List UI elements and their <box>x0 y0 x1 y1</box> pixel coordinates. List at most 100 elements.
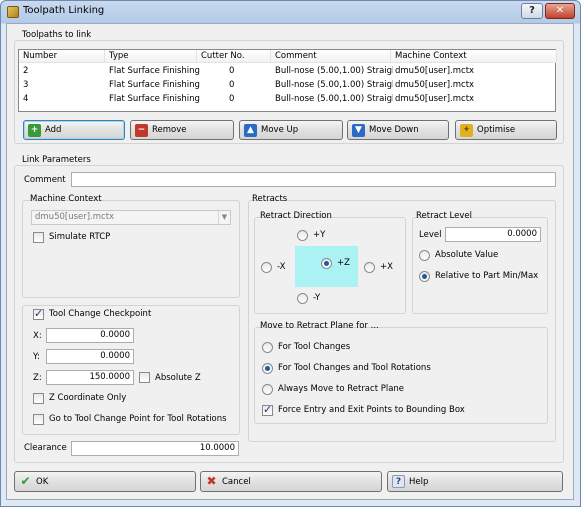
help-title-button[interactable]: ? <box>521 3 543 19</box>
col-type[interactable]: Type <box>105 50 197 63</box>
help-button-label: Help <box>409 476 429 487</box>
tool-changes-radio[interactable] <box>262 342 273 353</box>
clearance-input[interactable]: 10.0000 <box>71 441 239 456</box>
comment-label: Comment <box>24 175 66 185</box>
goto-tool-change-checkbox[interactable] <box>33 414 44 425</box>
table-cell[interactable]: 2 <box>23 65 28 78</box>
window-title: Toolpath Linking <box>23 5 105 16</box>
dir-minus-x-label: -X <box>277 262 286 272</box>
link-parameters-label: Link Parameters <box>22 155 91 165</box>
help-icon: ? <box>392 475 405 488</box>
tool-change-checkpoint-checkbox[interactable] <box>33 307 44 320</box>
dir-plus-z-label: +Z <box>337 258 350 268</box>
absolute-z-label: Absolute Z <box>155 373 201 383</box>
dir-minus-x-radio[interactable] <box>261 262 272 273</box>
add-button-label: Add <box>45 125 62 135</box>
tool-changes-label: For Tool Changes <box>278 342 351 352</box>
retracts-label: Retracts <box>252 194 288 204</box>
always-move-label: Always Move to Retract Plane <box>278 384 405 394</box>
absolute-value-label: Absolute Value <box>435 250 499 260</box>
add-icon: + <box>28 123 41 137</box>
help-button[interactable]: ? Help <box>387 471 563 492</box>
table-cell[interactable]: Flat Surface Finishing <box>109 79 200 92</box>
cross-icon: ✖ <box>206 474 217 488</box>
check-icon: ✔ <box>20 474 31 488</box>
dir-plus-z-radio[interactable] <box>321 258 332 269</box>
remove-icon: − <box>135 123 148 137</box>
dir-minus-y-radio[interactable] <box>297 293 308 304</box>
x-input[interactable]: 0.0000 <box>46 328 134 343</box>
absolute-value-radio[interactable] <box>419 250 430 261</box>
table-cell[interactable]: 4 <box>23 93 28 106</box>
optimise-button-label: Optimise <box>477 125 516 135</box>
comment-input[interactable] <box>71 172 556 187</box>
table-cell[interactable]: dmu50[user].mctx <box>395 65 474 78</box>
dir-minus-y-label: -Y <box>313 293 321 303</box>
retract-level-label: Retract Level <box>416 211 472 221</box>
col-cutter[interactable]: Cutter No. <box>197 50 271 63</box>
remove-button[interactable]: − Remove <box>130 120 234 140</box>
table-cell[interactable]: dmu50[user].mctx <box>395 93 474 106</box>
tool-changes-rotations-radio[interactable] <box>262 363 273 374</box>
dir-plus-x-radio[interactable] <box>364 262 375 273</box>
table-cell[interactable]: 0 <box>229 79 234 92</box>
table-cell[interactable]: Bull-nose (5.00,1.00) Straight <box>275 93 393 106</box>
move-down-button[interactable]: ▼ Move Down <box>347 120 449 140</box>
tool-change-checkpoint-label: Tool Change Checkpoint <box>49 309 152 319</box>
col-number[interactable]: Number <box>19 50 105 63</box>
table-cell[interactable]: Flat Surface Finishing <box>109 93 200 106</box>
table-cell[interactable]: dmu50[user].mctx <box>395 79 474 92</box>
y-input[interactable]: 0.0000 <box>46 349 134 364</box>
level-input[interactable]: 0.0000 <box>445 227 541 242</box>
app-icon <box>7 6 19 18</box>
dir-plus-x-label: +X <box>380 262 393 272</box>
col-context[interactable]: Machine Context <box>391 50 557 63</box>
simulate-rtcp-checkbox[interactable] <box>33 232 44 243</box>
ok-button-label: OK <box>36 476 49 487</box>
move-up-button-label: Move Up <box>261 125 299 135</box>
magic-wand-icon: ✦ <box>460 123 473 137</box>
arrow-down-icon: ▼ <box>352 123 365 137</box>
machine-context-label: Machine Context <box>30 194 102 204</box>
z-label: Z: <box>33 373 42 383</box>
x-label: X: <box>33 331 42 341</box>
table-cell[interactable]: Bull-nose (5.00,1.00) Straight <box>275 65 393 78</box>
cancel-button[interactable]: ✖ Cancel <box>200 471 382 492</box>
machine-context-select: dmu50[user].mctx ▼ <box>31 210 231 225</box>
toolpaths-table[interactable]: Number Type Cutter No. Comment Machine C… <box>18 49 557 112</box>
remove-button-label: Remove <box>152 125 187 135</box>
col-comment[interactable]: Comment <box>271 50 391 63</box>
table-cell[interactable]: 3 <box>23 79 28 92</box>
force-entry-label: Force Entry and Exit Points to Bounding … <box>278 405 465 415</box>
table-cell[interactable]: Flat Surface Finishing <box>109 65 200 78</box>
clearance-label: Clearance <box>24 443 67 453</box>
move-up-button[interactable]: ▲ Move Up <box>239 120 343 140</box>
relative-part-radio[interactable] <box>419 271 430 282</box>
tool-changes-rotations-label: For Tool Changes and Tool Rotations <box>278 363 431 373</box>
always-move-radio[interactable] <box>262 384 273 395</box>
y-label: Y: <box>33 352 40 362</box>
table-cell[interactable]: Bull-nose (5.00,1.00) Straight <box>275 79 393 92</box>
goto-tool-change-label: Go to Tool Change Point for Tool Rotatio… <box>49 414 227 424</box>
table-cell[interactable]: 0 <box>229 93 234 106</box>
force-entry-checkbox[interactable] <box>262 403 273 416</box>
ok-button[interactable]: ✔ OK <box>14 471 196 492</box>
z-coordinate-only-checkbox[interactable] <box>33 393 44 404</box>
add-button[interactable]: + Add <box>23 120 125 140</box>
machine-context-value: dmu50[user].mctx <box>35 212 115 222</box>
cancel-button-label: Cancel <box>222 476 251 487</box>
move-down-button-label: Move Down <box>369 125 419 135</box>
z-input[interactable]: 150.0000 <box>46 370 134 385</box>
close-button[interactable]: ✕ <box>545 3 575 19</box>
dir-plus-y-label: +Y <box>313 230 326 240</box>
retract-direction-label: Retract Direction <box>260 211 332 221</box>
absolute-z-checkbox[interactable] <box>139 372 150 383</box>
optimise-button[interactable]: ✦ Optimise <box>455 120 557 140</box>
chevron-down-icon: ▼ <box>218 211 230 224</box>
toolpaths-group-label: Toolpaths to link <box>22 30 92 40</box>
table-cell[interactable]: 0 <box>229 65 234 78</box>
move-retract-plane-label: Move to Retract Plane for ... <box>260 321 379 331</box>
dir-plus-y-radio[interactable] <box>297 230 308 241</box>
title-bar[interactable]: Toolpath Linking ? ✕ <box>1 1 580 23</box>
z-coordinate-only-label: Z Coordinate Only <box>49 393 127 403</box>
